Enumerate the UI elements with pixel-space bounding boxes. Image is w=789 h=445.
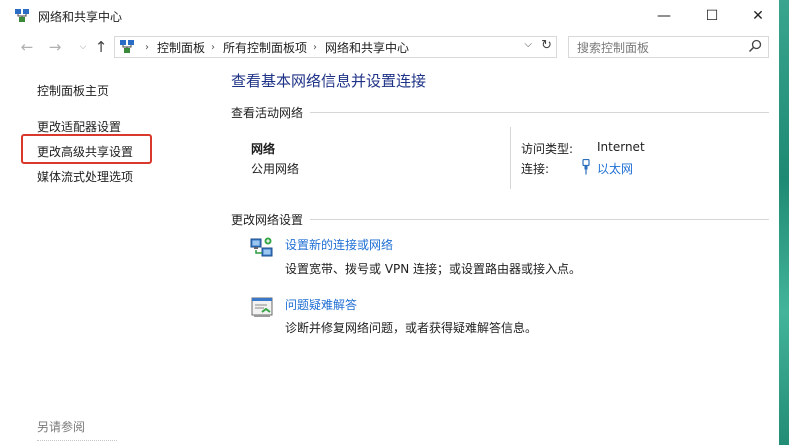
search-icon[interactable] xyxy=(748,39,762,53)
minimize-button[interactable]: — xyxy=(641,0,687,32)
network-name: 网络 xyxy=(251,142,276,156)
page-title: 查看基本网络信息并设置连接 xyxy=(231,72,427,90)
network-sharing-center-window: 网络和共享中心 — ☐ ✕ ← → ⌵ ↑ › 控制面板 › 所有控制面板项 ›… xyxy=(0,0,779,445)
breadcrumb-separator-icon[interactable]: › xyxy=(313,42,317,53)
troubleshoot-problems-description: 诊断并修复网络问题，或者获得疑难解答信息。 xyxy=(285,321,538,335)
active-networks-divider xyxy=(310,112,769,113)
highlight-annotation-box xyxy=(21,134,152,164)
address-bar[interactable]: › 控制面板 › 所有控制面板项 › 网络和共享中心 ⌵ ↻ xyxy=(114,36,557,58)
left-task-pane: 控制面板主页 更改适配器设置 更改高级共享设置 媒体流式处理选项 另请参阅 xyxy=(0,62,218,445)
access-type-value: Internet xyxy=(597,140,645,154)
connections-label: 连接: xyxy=(521,162,550,176)
up-arrow-icon[interactable]: ↑ xyxy=(90,37,112,57)
maximize-button[interactable]: ☐ xyxy=(689,0,735,32)
window-title: 网络和共享中心 xyxy=(38,10,123,24)
close-button[interactable]: ✕ xyxy=(735,0,779,32)
back-arrow-icon[interactable]: ← xyxy=(16,37,38,57)
see-also-heading: 另请参阅 xyxy=(37,420,86,434)
search-placeholder: 搜索控制面板 xyxy=(577,40,650,55)
navigation-bar: ← → ⌵ ↑ › 控制面板 › 所有控制面板项 › 网络和共享中心 ⌵ ↻ 搜… xyxy=(0,32,779,62)
change-settings-divider xyxy=(310,219,769,220)
title-bar[interactable]: 网络和共享中心 — ☐ ✕ xyxy=(0,0,779,32)
breadcrumb-network-center[interactable]: 网络和共享中心 xyxy=(325,39,409,56)
media-streaming-options-link[interactable]: 媒体流式处理选项 xyxy=(37,168,133,185)
active-networks-heading: 查看活动网络 xyxy=(231,106,304,120)
breadcrumb-control-panel[interactable]: 控制面板 xyxy=(157,39,205,56)
ethernet-connection-link[interactable]: 以太网 xyxy=(597,160,633,177)
address-dropdown-icon[interactable]: ⌵ xyxy=(524,39,532,50)
change-network-settings-heading: 更改网络设置 xyxy=(231,213,304,227)
setup-new-connection-link[interactable]: 设置新的连接或网络 xyxy=(285,236,393,253)
access-type-label: 访问类型: xyxy=(521,142,574,156)
setup-new-connection-description: 设置宽带、拨号或 VPN 连接；或设置路由器或接入点。 xyxy=(285,262,582,276)
troubleshoot-icon xyxy=(251,297,273,317)
search-input[interactable]: 搜索控制面板 xyxy=(568,36,769,58)
troubleshoot-problems-link[interactable]: 问题疑难解答 xyxy=(285,296,357,313)
network-setup-icon xyxy=(250,237,273,257)
breadcrumb-all-items[interactable]: 所有控制面板项 xyxy=(223,39,307,56)
control-panel-icon xyxy=(120,40,134,53)
breadcrumb-separator-icon: › xyxy=(145,41,149,53)
control-panel-home-link[interactable]: 控制面板主页 xyxy=(37,82,109,99)
see-also-item-cutoff xyxy=(37,440,117,444)
network-type: 公用网络 xyxy=(251,162,300,176)
breadcrumb-separator-icon[interactable]: › xyxy=(211,42,215,53)
network-center-app-icon xyxy=(15,9,29,22)
ethernet-icon xyxy=(582,159,590,175)
desktop-background xyxy=(779,0,789,445)
forward-arrow-icon[interactable]: → xyxy=(44,37,66,57)
refresh-icon[interactable]: ↻ xyxy=(541,38,552,53)
network-info-divider xyxy=(510,127,511,189)
change-adapter-settings-link[interactable]: 更改适配器设置 xyxy=(37,118,121,135)
